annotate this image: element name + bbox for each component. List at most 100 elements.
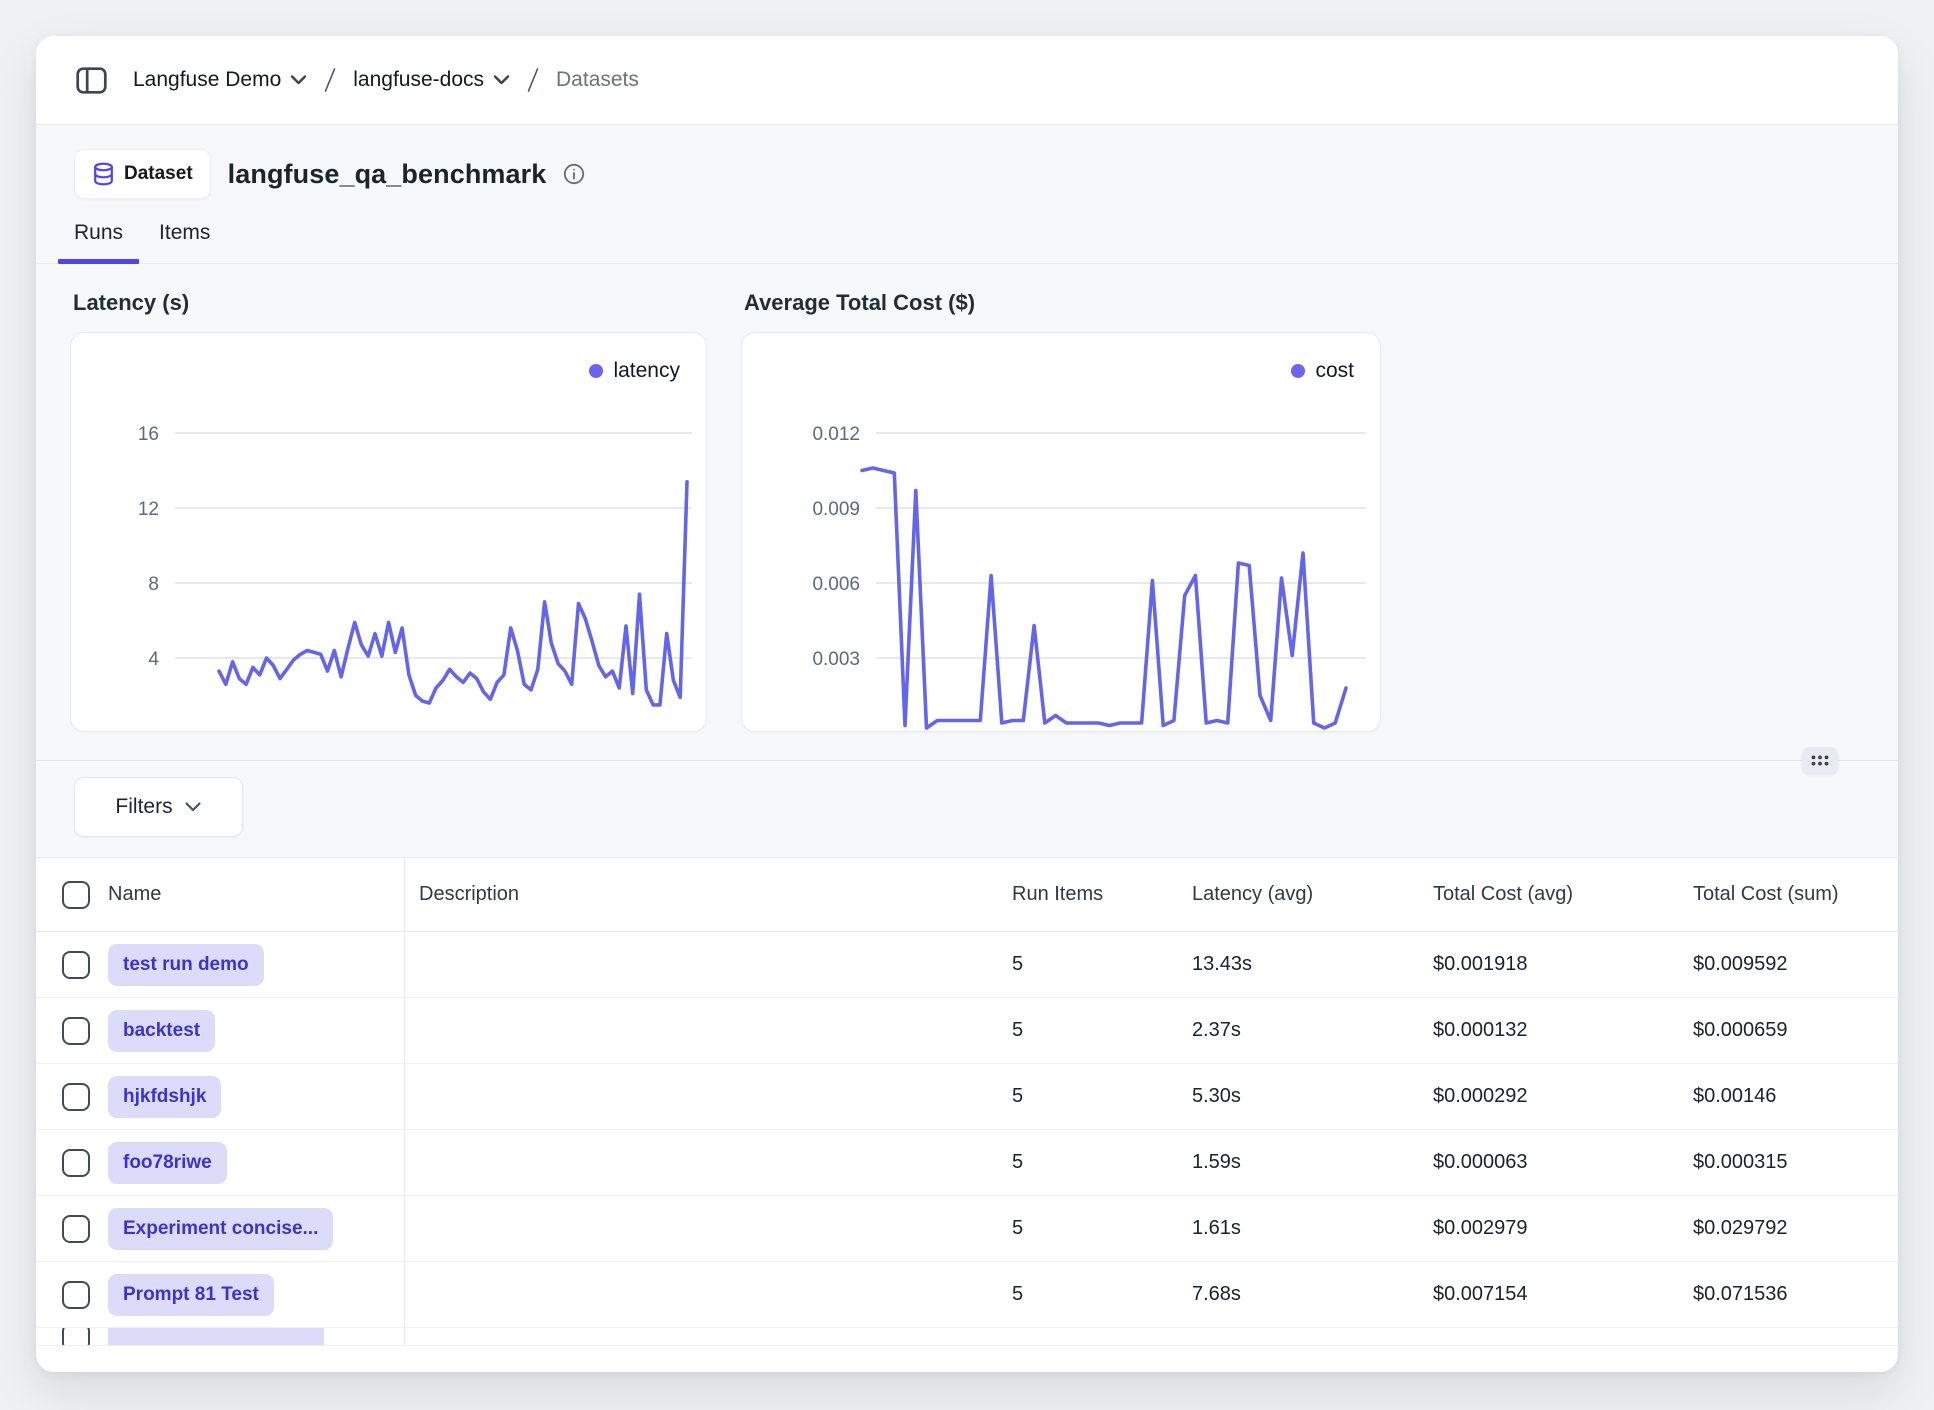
dataset-header: Dataset langfuse_qa_benchmark — [36, 125, 1898, 199]
cell-run-items: 5 — [1012, 998, 1192, 1063]
page-title: langfuse_qa_benchmark — [228, 159, 547, 190]
cost-chart-title: Average Total Cost ($) — [744, 290, 1381, 316]
column-header-total-cost-avg[interactable]: Total Cost (avg) — [1433, 858, 1693, 931]
cost-chart-card: 0.0120.0090.0060.003 cost — [741, 332, 1381, 732]
row-checkbox[interactable] — [62, 951, 90, 979]
cell-latency-avg: 2.37s — [1192, 998, 1433, 1063]
run-name-badge[interactable]: test run demo — [108, 944, 264, 986]
row-checkbox[interactable] — [62, 1149, 90, 1177]
breadcrumb-org[interactable]: Langfuse Demo — [133, 68, 307, 92]
breadcrumb-page-label: Datasets — [556, 68, 639, 92]
row-checkbox[interactable] — [62, 1328, 90, 1345]
charts-section: Latency (s) 16 12 8 4 latency Average Total… — [36, 264, 1898, 732]
filters-row: Filters — [36, 761, 1898, 857]
table-row[interactable]: Prompt 81 Test 5 7.68s $0.007154 $0.0715… — [36, 1262, 1898, 1328]
table-row[interactable]: Experiment concise... 5 1.61s $0.002979 … — [36, 1196, 1898, 1262]
column-header-total-cost-sum[interactable]: Total Cost (sum) — [1693, 858, 1898, 931]
tab-items[interactable]: Items — [159, 219, 210, 263]
resize-handle-icon[interactable] — [1802, 747, 1838, 774]
database-icon — [92, 162, 115, 186]
svg-text:0.006: 0.006 — [812, 574, 860, 595]
cell-total-cost-avg: $0.002979 — [1433, 1196, 1693, 1261]
tab-runs[interactable]: Runs — [74, 219, 123, 263]
svg-text:16: 16 — [138, 424, 159, 445]
cell-total-cost-sum: $0.00146 — [1693, 1064, 1898, 1129]
run-name-badge[interactable]: Prompt 81 Test — [108, 1274, 274, 1316]
latency-chart-canvas: 16 12 8 4 — [71, 333, 707, 732]
cell-total-cost-avg: $0.001918 — [1433, 932, 1693, 997]
cell-latency-avg: 1.61s — [1192, 1196, 1433, 1261]
breadcrumb-project-label: langfuse-docs — [353, 68, 484, 92]
breadcrumb-project[interactable]: langfuse-docs — [353, 68, 510, 92]
legend-dot-icon — [1291, 364, 1305, 378]
cost-legend: cost — [1291, 359, 1354, 383]
run-name-badge[interactable] — [108, 1328, 324, 1345]
cost-chart-block: Average Total Cost ($) 0.0120.0090.0060.… — [741, 290, 1381, 732]
cell-description — [404, 1130, 1012, 1195]
cell-run-items: 5 — [1012, 1064, 1192, 1129]
latency-chart-card: 16 12 8 4 latency — [70, 332, 707, 732]
run-name-badge[interactable]: backtest — [108, 1010, 215, 1052]
run-name-badge[interactable]: hjkfdshjk — [108, 1076, 221, 1118]
row-checkbox[interactable] — [62, 1083, 90, 1111]
cell-latency-avg: 7.68s — [1192, 1262, 1433, 1327]
filters-button[interactable]: Filters — [74, 777, 243, 837]
cell-total-cost-avg: $0.007154 — [1433, 1262, 1693, 1327]
cell-description — [404, 1262, 1012, 1327]
svg-text:8: 8 — [148, 574, 159, 595]
legend-dot-icon — [589, 364, 603, 378]
latency-chart-block: Latency (s) 16 12 8 4 latency — [70, 290, 707, 732]
table-body: test run demo 5 13.43s $0.001918 $0.0095… — [36, 932, 1898, 1328]
row-checkbox[interactable] — [62, 1281, 90, 1309]
column-header-description[interactable]: Description — [404, 858, 1012, 931]
dataset-type-badge: Dataset — [74, 149, 211, 199]
table-row[interactable]: foo78riwe 5 1.59s $0.000063 $0.000315 — [36, 1130, 1898, 1196]
legend-label: latency — [613, 359, 680, 383]
column-header-latency-avg[interactable]: Latency (avg) — [1192, 858, 1433, 931]
latency-chart-title: Latency (s) — [73, 290, 707, 316]
svg-text:0.009: 0.009 — [812, 499, 860, 520]
table-row[interactable]: hjkfdshjk 5 5.30s $0.000292 $0.00146 — [36, 1064, 1898, 1130]
table-row[interactable]: test run demo 5 13.43s $0.001918 $0.0095… — [36, 932, 1898, 998]
cell-latency-avg: 1.59s — [1192, 1130, 1433, 1195]
cell-description — [404, 1196, 1012, 1261]
breadcrumb-page[interactable]: Datasets — [556, 68, 639, 92]
cell-total-cost-sum: $0.009592 — [1693, 932, 1898, 997]
row-checkbox[interactable] — [62, 1017, 90, 1045]
chevron-down-icon — [184, 801, 202, 813]
info-icon[interactable] — [563, 163, 585, 185]
breadcrumb-separator — [323, 66, 337, 94]
sidebar-toggle-icon[interactable] — [76, 67, 107, 94]
cell-total-cost-sum: $0.029792 — [1693, 1196, 1898, 1261]
top-bar: Langfuse Demo langfuse-docs Datasets — [36, 36, 1898, 125]
filters-button-label: Filters — [115, 795, 172, 819]
svg-text:0.003: 0.003 — [812, 649, 860, 670]
cell-total-cost-avg: $0.000063 — [1433, 1130, 1693, 1195]
runs-table: Name Description Run Items Latency (avg)… — [36, 857, 1898, 1372]
chevron-down-icon — [290, 74, 307, 86]
main-content: Dataset langfuse_qa_benchmark Runs Items… — [36, 125, 1898, 1372]
run-name-badge[interactable]: foo78riwe — [108, 1142, 227, 1184]
cell-run-items: 5 — [1012, 1262, 1192, 1327]
column-header-run-items[interactable]: Run Items — [1012, 858, 1192, 931]
table-header-row: Name Description Run Items Latency (avg)… — [36, 858, 1898, 932]
cell-total-cost-sum: $0.000315 — [1693, 1130, 1898, 1195]
select-all-checkbox[interactable] — [62, 881, 90, 909]
table-row[interactable]: backtest 5 2.37s $0.000132 $0.000659 — [36, 998, 1898, 1064]
cell-total-cost-avg: $0.000292 — [1433, 1064, 1693, 1129]
breadcrumb-org-label: Langfuse Demo — [133, 68, 281, 92]
latency-legend: latency — [589, 359, 680, 383]
cell-run-items: 5 — [1012, 932, 1192, 997]
cell-latency-avg: 5.30s — [1192, 1064, 1433, 1129]
tab-bar: Runs Items — [36, 219, 1898, 264]
row-checkbox[interactable] — [62, 1215, 90, 1243]
cell-description — [404, 998, 1012, 1063]
svg-text:12: 12 — [138, 499, 159, 520]
breadcrumb-separator — [526, 66, 540, 94]
breadcrumb: Langfuse Demo langfuse-docs Datasets — [133, 66, 639, 94]
column-header-name[interactable]: Name — [108, 858, 404, 931]
table-row-partial — [36, 1328, 1898, 1346]
svg-text:4: 4 — [148, 649, 159, 670]
run-name-badge[interactable]: Experiment concise... — [108, 1208, 333, 1250]
dataset-badge-label: Dataset — [124, 163, 193, 185]
